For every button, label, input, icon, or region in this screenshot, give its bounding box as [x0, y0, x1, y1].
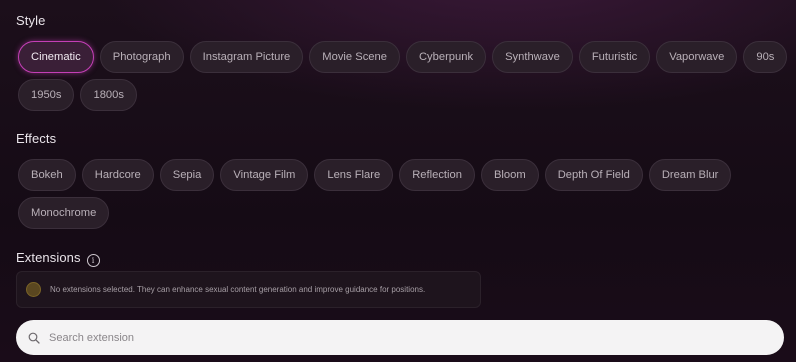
- style-chip-1800s[interactable]: 1800s: [80, 79, 137, 111]
- style-section-title: Style: [16, 13, 46, 28]
- style-chip-futuristic[interactable]: Futuristic: [578, 41, 651, 73]
- style-chip-group: Cinematic Photograph Instagram Picture M…: [18, 41, 788, 111]
- search-icon: [28, 332, 40, 344]
- style-chip-photograph[interactable]: Photograph: [99, 41, 184, 73]
- effect-chip-sepia[interactable]: Sepia: [159, 159, 215, 191]
- extensions-empty-message: No extensions selected. They can enhance…: [50, 285, 426, 294]
- effect-chip-hardcore[interactable]: Hardcore: [81, 159, 154, 191]
- extensions-empty-state: No extensions selected. They can enhance…: [16, 271, 481, 308]
- style-chip-synthwave[interactable]: Synthwave: [492, 41, 573, 73]
- style-chip-movie-scene[interactable]: Movie Scene: [309, 41, 400, 73]
- effect-chip-bokeh[interactable]: Bokeh: [18, 159, 76, 191]
- extension-placeholder-dot: [26, 282, 41, 297]
- style-chip-1950s[interactable]: 1950s: [18, 79, 75, 111]
- style-chip-cinematic[interactable]: Cinematic: [18, 41, 94, 73]
- extensions-title-label: Extensions: [16, 250, 81, 265]
- effect-chip-bloom[interactable]: Bloom: [480, 159, 539, 191]
- effect-chip-monochrome[interactable]: Monochrome: [18, 197, 110, 229]
- effect-chip-dream-blur[interactable]: Dream Blur: [648, 159, 732, 191]
- search-extension-input[interactable]: [47, 330, 751, 345]
- style-chip-vaporwave[interactable]: Vaporwave: [656, 41, 738, 73]
- effect-chip-lens-flare[interactable]: Lens Flare: [314, 159, 394, 191]
- style-chip-90s[interactable]: 90s: [743, 41, 788, 73]
- effect-chip-reflection[interactable]: Reflection: [399, 159, 475, 191]
- style-chip-cyberpunk[interactable]: Cyberpunk: [405, 41, 487, 73]
- effects-section-title: Effects: [16, 131, 57, 146]
- info-icon[interactable]: i: [86, 254, 100, 267]
- effect-chip-depth-of-field[interactable]: Depth Of Field: [544, 159, 643, 191]
- effect-chip-vintage-film[interactable]: Vintage Film: [220, 159, 309, 191]
- extensions-section-title: Extensions i: [16, 250, 100, 267]
- effects-chip-group: Bokeh Hardcore Sepia Vintage Film Lens F…: [18, 159, 788, 229]
- style-chip-instagram-picture[interactable]: Instagram Picture: [189, 41, 304, 73]
- search-extension-bar[interactable]: [16, 320, 784, 355]
